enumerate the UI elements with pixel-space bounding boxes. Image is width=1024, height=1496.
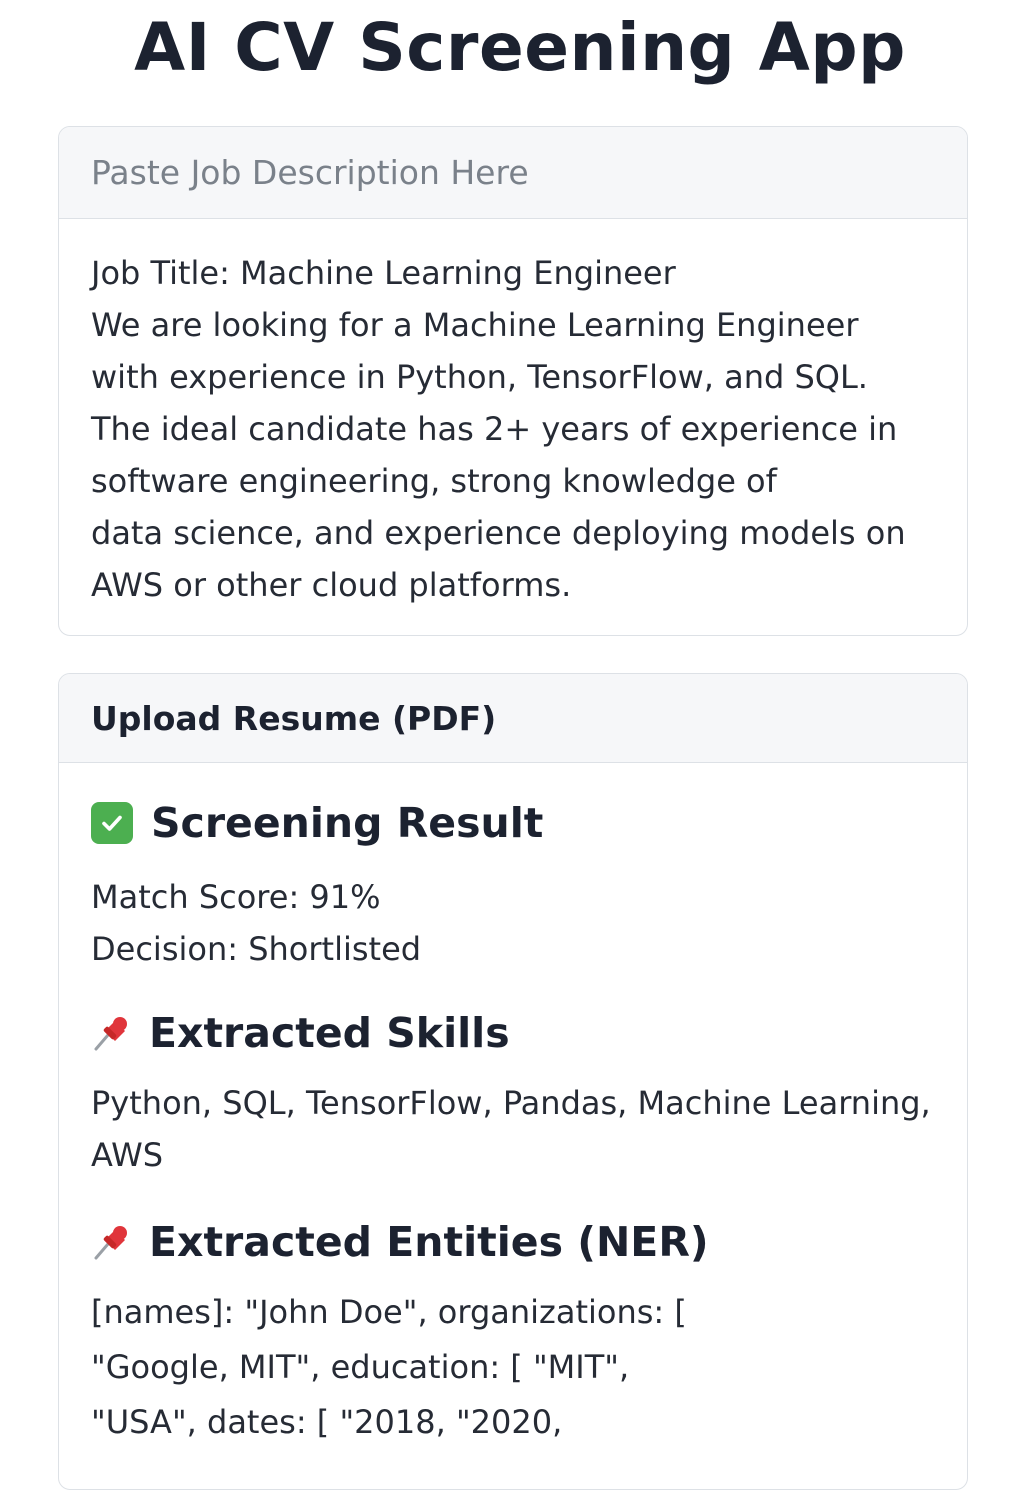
decision: Decision: Shortlisted [91, 930, 422, 968]
resume-card: Upload Resume (PDF) Screening Result Mat… [58, 673, 968, 1490]
check-mark-icon [91, 802, 133, 844]
screening-result-title: Screening Result [151, 799, 544, 847]
upload-resume-label: Upload Resume (PDF) [91, 698, 497, 738]
job-description-placeholder: Paste Job Description Here [91, 153, 529, 192]
screening-result-heading: Screening Result [91, 799, 543, 847]
job-description-input[interactable]: Job Title: Machine Learning Engineer We … [59, 219, 967, 611]
upload-resume-header[interactable]: Upload Resume (PDF) [59, 674, 967, 763]
match-score: Match Score: 91% [91, 878, 381, 916]
pushpin-icon [91, 1013, 131, 1053]
result-summary: Match Score: 91% Decision: Shortlisted [91, 871, 931, 975]
job-description-header[interactable]: Paste Job Description Here [59, 127, 967, 219]
extracted-entities-heading: Extracted Entities (NER) [91, 1218, 709, 1266]
pushpin-icon [91, 1222, 131, 1262]
extracted-entities-text: [names]: "John Doe", organizations: [ "G… [91, 1293, 687, 1441]
extracted-skills-list: Python, SQL, TensorFlow, Pandas, Machine… [91, 1084, 931, 1174]
extracted-skills-heading: Extracted Skills [91, 1009, 510, 1057]
app-title: AI CV Screening App [134, 9, 906, 86]
extracted-skills-title: Extracted Skills [149, 1009, 510, 1057]
extracted-entities-title: Extracted Entities (NER) [149, 1218, 709, 1266]
job-description-card: Paste Job Description Here Job Title: Ma… [58, 126, 968, 636]
